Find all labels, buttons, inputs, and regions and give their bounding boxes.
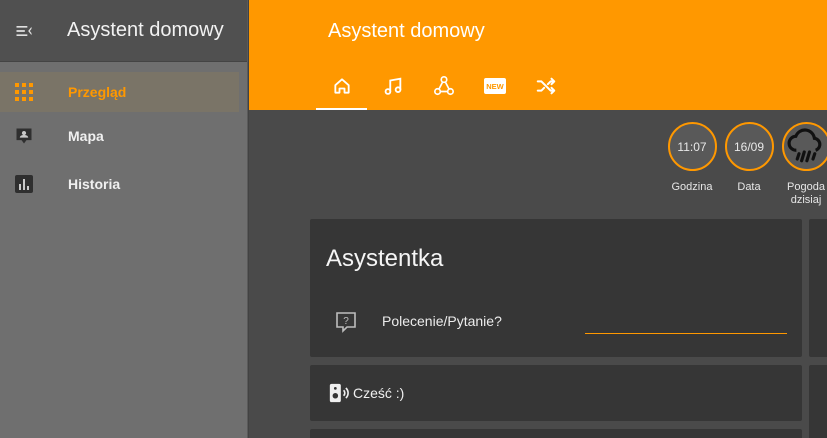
question-label: Polecenie/Pytanie?	[382, 313, 502, 329]
badge-time[interactable]: 11:07 Godzina	[667, 122, 717, 207]
grid-icon	[14, 82, 34, 102]
home-icon	[332, 76, 352, 101]
sidebar-item-label: Przegląd	[68, 84, 127, 100]
new-badge-text: NEW	[486, 82, 504, 91]
svg-text:?: ?	[343, 316, 349, 327]
question-input[interactable]	[585, 309, 787, 334]
greeting-text: Cześć :)	[353, 385, 405, 401]
badge-value: 11:07	[667, 122, 717, 171]
view-tabs: NEW	[316, 66, 571, 110]
badge-label: Pogoda dzisiaj	[787, 181, 825, 206]
chart-icon	[14, 174, 34, 194]
rain-cloud-icon	[785, 124, 827, 169]
shuffle-icon	[535, 75, 557, 102]
badge-weather[interactable]: Pogoda dzisiaj	[781, 122, 827, 207]
tab-hub[interactable]	[418, 66, 469, 110]
main-content: 11:07 Godzina 16/09 Data Pogoda dzisiaj …	[249, 110, 827, 438]
app-header: Asystent domowy NEW	[249, 0, 827, 110]
badge-label: Godzina	[671, 181, 713, 193]
page-title: Asystent domowy	[328, 20, 485, 42]
sidebar-header: Asystent domowy	[0, 0, 247, 62]
speaker-icon	[328, 382, 350, 404]
greeting-card: Cześć :)	[310, 365, 802, 421]
assistant-card: Asystentka ? Polecenie/Pytanie?	[310, 219, 802, 357]
hub-icon	[433, 75, 455, 102]
status-badges: 11:07 Godzina 16/09 Data Pogoda dzisiaj	[667, 122, 827, 207]
music-note-icon	[382, 75, 404, 102]
new-badge-icon: NEW	[483, 77, 506, 99]
badge-label: Data	[737, 181, 761, 193]
sidebar-title: Asystent domowy	[67, 19, 224, 41]
side-card	[809, 219, 827, 357]
tab-new[interactable]: NEW	[469, 66, 520, 110]
card-title: Asystentka	[326, 245, 444, 272]
tab-shuffle[interactable]	[520, 66, 571, 110]
sidebar: Asystent domowy Przegląd Mapa Historia	[0, 0, 248, 438]
sidebar-nav: Przegląd Mapa Historia	[0, 62, 247, 208]
sidebar-item-mapa[interactable]: Mapa	[0, 112, 239, 160]
badge-date[interactable]: 16/09 Data	[724, 122, 774, 207]
tab-home[interactable]	[316, 66, 367, 110]
tab-music[interactable]	[367, 66, 418, 110]
badge-value	[781, 122, 827, 171]
menu-collapse-icon[interactable]	[14, 21, 34, 41]
sidebar-item-historia[interactable]: Historia	[0, 160, 239, 208]
sidebar-item-label: Mapa	[68, 128, 104, 144]
side-card-2	[809, 365, 827, 438]
badge-value: 16/09	[724, 122, 774, 171]
map-pin-icon	[14, 126, 34, 146]
sidebar-item-przeglad[interactable]: Przegląd	[0, 72, 239, 112]
sidebar-item-label: Historia	[68, 176, 121, 192]
question-comment-icon: ?	[334, 310, 358, 334]
next-card	[310, 429, 802, 438]
